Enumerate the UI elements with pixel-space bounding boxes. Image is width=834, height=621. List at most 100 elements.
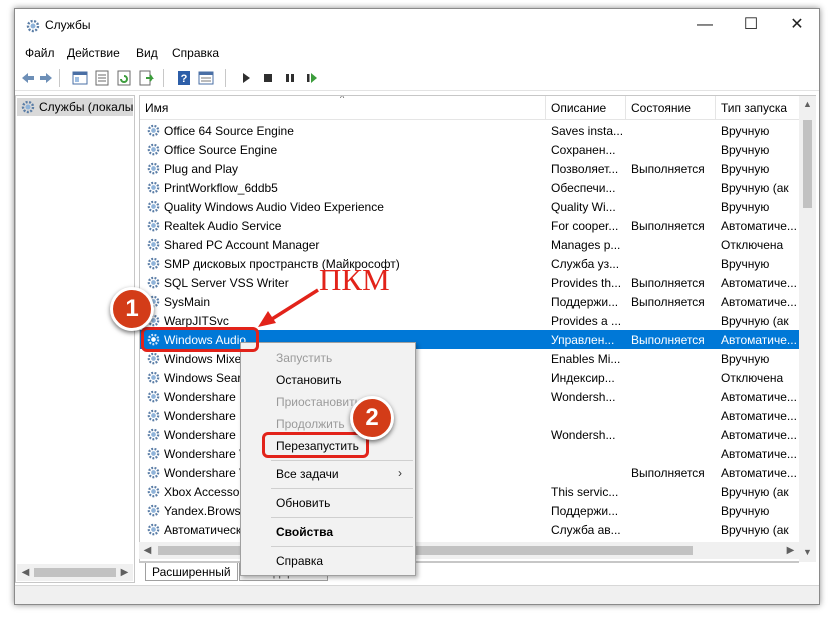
play-icon[interactable] bbox=[237, 69, 255, 87]
column-state-label: Состояние bbox=[631, 101, 691, 115]
scroll-thumb[interactable] bbox=[34, 568, 116, 577]
menu-action[interactable]: Действие bbox=[67, 46, 120, 60]
cell-name: Plug and Play bbox=[164, 162, 239, 176]
menu-file[interactable]: Файл bbox=[25, 46, 55, 60]
scroll-left-icon[interactable]: ◀ bbox=[17, 564, 34, 581]
toolbar-separator bbox=[59, 69, 60, 87]
column-header-startup[interactable]: Тип запуска bbox=[716, 96, 799, 120]
help-icon[interactable]: ? bbox=[175, 69, 193, 87]
table-row[interactable]: Plug and Play Позволяет... Выполняется Вруч… bbox=[140, 159, 799, 178]
table-row[interactable]: Realtek Audio Service For cooper... Выполн… bbox=[140, 216, 799, 235]
export-icon[interactable] bbox=[137, 69, 155, 87]
cell-state: Выполняется bbox=[631, 162, 705, 176]
sort-indicator: ^ bbox=[340, 95, 345, 103]
cell-description: Индексир... bbox=[551, 371, 615, 385]
table-row[interactable]: Wondershare D Автоматиче... bbox=[140, 406, 799, 425]
scroll-up-icon[interactable]: ▲ bbox=[799, 96, 816, 113]
menu-view[interactable]: Вид bbox=[136, 46, 158, 60]
cell-startup-type: Вручную bbox=[721, 143, 770, 157]
scroll-thumb[interactable] bbox=[158, 546, 693, 555]
cell-description: Wondersh... bbox=[551, 390, 616, 404]
cell-startup-type: Вручную bbox=[721, 162, 770, 176]
step-2-badge: 2 bbox=[350, 396, 394, 440]
stop-icon[interactable] bbox=[259, 69, 277, 87]
tree-item-services[interactable]: Службы (локалы bbox=[17, 98, 133, 116]
column-header-description[interactable]: Описание bbox=[546, 96, 626, 120]
scroll-thumb[interactable] bbox=[803, 120, 812, 208]
table-row[interactable]: Wondershare V Выполняется Автоматиче... bbox=[140, 463, 799, 482]
context-menu: Запустить Остановить Приостановить Продо… bbox=[240, 342, 416, 576]
table-row[interactable]: SQL Server VSS Writer Provides th... Выпол… bbox=[140, 273, 799, 292]
horizontal-scrollbar[interactable]: ◀ ▶ bbox=[139, 542, 799, 559]
menu-item-label: Справка bbox=[276, 554, 324, 568]
close-button[interactable]: ✕ bbox=[774, 9, 819, 41]
cell-startup-type: Автоматиче... bbox=[721, 219, 797, 233]
resume-icon[interactable] bbox=[303, 69, 321, 87]
table-row[interactable]: Quality Windows Audio Video Experience Qu… bbox=[140, 197, 799, 216]
table-row[interactable]: Shared PC Account Manager Manages p... Отк… bbox=[140, 235, 799, 254]
table-row[interactable]: Автоматическ Служба ав... Вручную (ак bbox=[140, 520, 799, 539]
menu-item-label: Запустить bbox=[276, 351, 333, 365]
table-row[interactable]: Xbox Accessor This servic... Вручную (ак bbox=[140, 482, 799, 501]
pause-icon[interactable] bbox=[281, 69, 299, 87]
table-row[interactable]: Windows Searc Индексир... Отключена bbox=[140, 368, 799, 387]
cell-startup-type: Вручную bbox=[721, 124, 770, 138]
back-icon[interactable] bbox=[19, 69, 37, 87]
service-gear-icon bbox=[147, 466, 160, 479]
table-row[interactable]: Wondershare I Wondersh... Автоматиче... bbox=[140, 425, 799, 444]
tree-horizontal-scrollbar[interactable]: ◀ ▶ bbox=[17, 564, 133, 581]
console-tree-icon[interactable] bbox=[71, 69, 89, 87]
cell-description: For cooper... bbox=[551, 219, 619, 233]
menu-item-all-tasks[interactable]: Все задачи › bbox=[242, 463, 414, 485]
cell-startup-type: Автоматиче... bbox=[721, 466, 797, 480]
menu-item-stop[interactable]: Остановить bbox=[242, 369, 414, 391]
menu-item-refresh[interactable]: Обновить bbox=[242, 492, 414, 514]
table-row[interactable]: PrintWorkflow_6ddb5 Обеспечи... Вручную (а… bbox=[140, 178, 799, 197]
table-row[interactable]: Office 64 Source Engine Saves insta... Вру… bbox=[140, 121, 799, 140]
cell-description: Позволяет... bbox=[551, 162, 619, 176]
window-title: Службы bbox=[45, 18, 91, 32]
scroll-left-icon[interactable]: ◀ bbox=[139, 542, 156, 559]
service-gear-icon bbox=[147, 409, 160, 422]
table-row[interactable]: SysMain Поддержи... Выполняется Автоматиче.… bbox=[140, 292, 799, 311]
cell-startup-type: Вручную (ак bbox=[721, 314, 789, 328]
toolbar: ? bbox=[15, 65, 819, 91]
table-row[interactable]: Yandex.Browse Поддержи... Вручную bbox=[140, 501, 799, 520]
scroll-right-icon[interactable]: ▶ bbox=[116, 564, 133, 581]
scroll-right-icon[interactable]: ▶ bbox=[782, 542, 799, 559]
cell-state: Выполняется bbox=[631, 466, 705, 480]
cell-description: Служба уз... bbox=[551, 257, 620, 271]
refresh-icon[interactable] bbox=[115, 69, 133, 87]
properties-icon[interactable] bbox=[93, 69, 111, 87]
cell-name: Realtek Audio Service bbox=[164, 219, 282, 233]
menu-item-help[interactable]: Справка bbox=[242, 550, 414, 572]
cell-description: This servic... bbox=[551, 485, 619, 499]
cell-startup-type: Автоматиче... bbox=[721, 428, 797, 442]
table-row[interactable]: Wondershare D Wondersh... Автоматиче... bbox=[140, 387, 799, 406]
service-gear-icon bbox=[147, 276, 160, 289]
view-icon[interactable] bbox=[197, 69, 215, 87]
column-desc-label: Описание bbox=[551, 101, 607, 115]
table-row[interactable]: Wondershare V Автоматиче... bbox=[140, 444, 799, 463]
menu-item-start[interactable]: Запустить bbox=[242, 347, 414, 369]
cell-description: Служба ав... bbox=[551, 523, 621, 537]
maximize-button[interactable]: ☐ bbox=[728, 9, 774, 41]
minimize-button[interactable]: — bbox=[682, 9, 728, 41]
table-row[interactable]: SMP дисковых пространств (Майкрософт) Слу… bbox=[140, 254, 799, 273]
list-header: Имя ^ Описание Состояние Тип запуска bbox=[140, 96, 799, 120]
menu-help[interactable]: Справка bbox=[172, 46, 219, 60]
column-header-state[interactable]: Состояние bbox=[626, 96, 716, 120]
cell-description: Обеспечи... bbox=[551, 181, 616, 195]
table-row[interactable]: Office Source Engine Сохранен... Вручную bbox=[140, 140, 799, 159]
menu-item-properties[interactable]: Свойства bbox=[242, 521, 414, 543]
submenu-chevron-icon: › bbox=[398, 466, 402, 480]
vertical-scrollbar[interactable]: ▲ ▼ bbox=[799, 95, 816, 562]
step-1-badge: 1 bbox=[110, 287, 154, 331]
forward-icon[interactable] bbox=[37, 69, 55, 87]
menu-bar: Файл Действие Вид Справка bbox=[15, 41, 819, 63]
service-gear-icon bbox=[147, 485, 160, 498]
tab-extended[interactable]: Расширенный bbox=[145, 563, 238, 581]
svg-text:?: ? bbox=[181, 73, 188, 85]
scroll-down-icon[interactable]: ▼ bbox=[799, 544, 816, 561]
service-gear-icon bbox=[147, 523, 160, 536]
